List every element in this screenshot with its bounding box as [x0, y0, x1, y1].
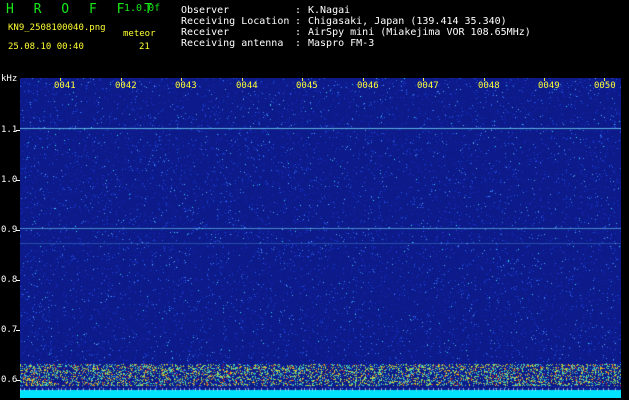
info-label-antenna: Receiving antenna [181, 38, 284, 49]
y-tick-label: 1.0 [1, 175, 18, 185]
spectrogram-window: H R O F F T 1.0.0f KN9_2508100040.png 25… [0, 0, 629, 400]
info-label-receiver: Receiver [181, 27, 230, 38]
y-tick-label: 0.6 [1, 375, 18, 385]
x-tick-label: 0041 [54, 81, 76, 91]
info-value-antenna: Maspro FM-3 [308, 38, 375, 49]
info-value-observer: K.Nagai [308, 5, 351, 16]
info-value-receiver: AirSpy mini (Miakejima VOR 108.65MHz) [308, 27, 531, 38]
info-sep-location: : [295, 16, 302, 27]
x-tick-label: 0046 [357, 81, 379, 91]
file-name: KN9_2508100040.png [8, 23, 106, 33]
spectrogram-plot: 0041 0042 0043 0044 0045 0046 0047 0048 … [20, 78, 621, 398]
info-label-observer: Observer [181, 5, 230, 16]
meteor-label: meteor [123, 29, 156, 39]
meteor-count: 21 [139, 42, 150, 52]
y-tick-label: 1.1 [1, 125, 18, 135]
x-tick-label: 0050 [594, 81, 616, 91]
x-tick-label: 0043 [175, 81, 197, 91]
info-sep-observer: : [295, 5, 302, 16]
info-sep-antenna: : [295, 38, 302, 49]
spectrogram-canvas [20, 78, 621, 398]
x-tick-label: 0044 [236, 81, 258, 91]
x-tick-label: 0045 [296, 81, 318, 91]
y-tick-label: 0.7 [1, 325, 18, 335]
frequency-axis: 1.1 1.0 0.9 0.8 0.7 0.6 [0, 78, 20, 400]
info-label-location: Receiving Location [181, 16, 290, 27]
info-value-location: Chigasaki, Japan (139.414 35.340) [308, 16, 507, 27]
x-tick-label: 0042 [115, 81, 137, 91]
x-tick-label: 0049 [538, 81, 560, 91]
x-tick-label: 0048 [478, 81, 500, 91]
file-datetime: 25.08.10 00:40 [8, 42, 84, 52]
info-sep-receiver: : [295, 27, 302, 38]
y-tick-label: 0.9 [1, 225, 18, 235]
x-tick-label: 0047 [417, 81, 439, 91]
app-version: 1.0.0f [124, 3, 161, 14]
y-tick-label: 0.8 [1, 275, 18, 285]
